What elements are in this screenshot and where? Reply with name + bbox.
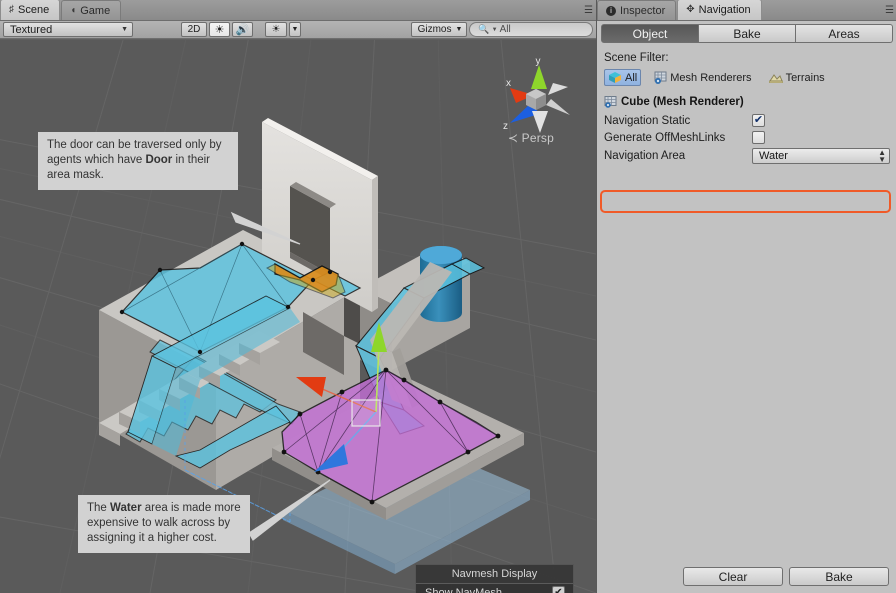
navigation-area-highlight [600, 190, 891, 213]
scene-audio-button[interactable]: 🔊 [232, 22, 253, 37]
prop-navigation-area[interactable]: Navigation Area Water ▲ ▼ [597, 146, 896, 165]
toggle-2d-label: 2D [187, 24, 201, 35]
show-navmesh-label: Show NavMesh [425, 586, 503, 593]
chevron-down-icon: ▼ [455, 26, 463, 33]
draw-mode-dropdown[interactable]: Textured ▼ [3, 22, 133, 37]
segment-object[interactable]: Object [601, 24, 699, 43]
chevron-down-icon: ▼ [291, 26, 299, 33]
navigation-area-dropdown[interactable]: Water ▲ ▼ [752, 147, 890, 164]
terrain-icon [768, 72, 783, 84]
tab-game-label: Game [80, 4, 111, 17]
segment-bake[interactable]: Bake [699, 24, 796, 43]
clear-button[interactable]: Clear [683, 567, 783, 586]
segment-object-label: Object [632, 26, 668, 41]
scene-panel: ♯ Scene ◖ Game ☰ Textured ▼ 2D ☀ 🔊 ☀︎ ▼ … [0, 0, 596, 593]
tab-inspector-label: Inspector [620, 4, 666, 17]
navmesh-display-overlay: Navmesh Display Show NavMesh ✔ Show Heig… [415, 564, 574, 593]
info-icon: i [606, 5, 616, 16]
show-navmesh-row[interactable]: Show NavMesh ✔ [416, 584, 573, 593]
prop-navigation-static[interactable]: Navigation Static ✔ [597, 112, 896, 129]
scene-filter-row: All Mesh Renderers Terrains [597, 68, 896, 86]
check-icon: ✔ [554, 586, 563, 593]
chevron-down-icon: ▼ [491, 26, 498, 33]
tab-game[interactable]: ◖ Game [61, 0, 122, 20]
persp-text: Persp [521, 131, 554, 145]
navigation-panel: i Inspector ✥ Navigation ☰ Object Bake A… [596, 0, 896, 593]
chevron-down-icon: ▼ [121, 26, 128, 33]
scene-filter-label: Scene Filter: [604, 52, 669, 64]
prop-generate-offmeshlinks[interactable]: Generate OffMeshLinks [597, 129, 896, 146]
pane-options-icon[interactable]: ☰ [578, 5, 593, 17]
unity-editor-window: ♯ Scene ◖ Game ☰ Textured ▼ 2D ☀ 🔊 ☀︎ ▼ … [0, 0, 896, 593]
bake-button-label: Bake [825, 569, 853, 584]
gizmos-label: Gizmos [417, 24, 452, 35]
speaker-icon: 🔊 [235, 24, 250, 36]
gamepad-icon: ◖ [70, 4, 77, 16]
tab-inspector[interactable]: i Inspector [597, 0, 677, 20]
navigation-footer-buttons: Clear Bake [597, 567, 896, 586]
navmesh-display-title: Navmesh Display [416, 565, 573, 584]
view-axis-gizmo[interactable]: y x z [496, 55, 576, 140]
check-icon: ✔ [753, 114, 764, 126]
water-callout-text-before: The [87, 502, 111, 514]
toggle-2d-button[interactable]: 2D [181, 22, 207, 37]
scene-viewport[interactable]: y x z ≺ Persp The door can be traversed … [0, 40, 596, 593]
image-icon: ☀︎ [271, 24, 281, 35]
pane-options-icon[interactable]: ☰ [879, 5, 894, 17]
scene-filter-all-label: All [625, 71, 638, 84]
scene-filter-mesh-renderers[interactable]: Mesh Renderers [650, 69, 755, 86]
scene-lighting-button[interactable]: ☀ [209, 22, 230, 37]
scene-filter-all[interactable]: All [604, 69, 642, 86]
navigation-body: Object Bake Areas Scene Filter: All Mesh… [597, 21, 896, 593]
grid-icon: ♯ [9, 4, 14, 15]
scene-fx-button[interactable]: ☀︎ [265, 22, 287, 37]
scene-search-input[interactable]: 🔍 ▼ All [469, 22, 593, 37]
navigation-segmented-control: Object Bake Areas [597, 21, 896, 43]
tab-scene-label: Scene [18, 4, 50, 16]
tab-navigation-label: Navigation [698, 4, 751, 16]
mesh-renderer-icon [654, 71, 667, 84]
prop-navigation-area-label: Navigation Area [604, 149, 686, 162]
gizmos-dropdown[interactable]: Gizmos ▼ [410, 22, 468, 37]
water-callout: The Water area is made more expensive to… [78, 495, 250, 553]
prop-navigation-static-label: Navigation Static [604, 114, 691, 127]
generate-offmeshlinks-checkbox[interactable] [752, 131, 765, 144]
draw-mode-label: Textured [10, 23, 53, 36]
object-header: Cube (Mesh Renderer) [597, 86, 896, 112]
scene-tab-strip: ♯ Scene ◖ Game ☰ [0, 0, 596, 21]
tab-scene[interactable]: ♯ Scene [0, 0, 61, 20]
scene-filter-terrains-label: Terrains [785, 71, 825, 84]
inspector-tab-strip: i Inspector ✥ Navigation ☰ [597, 0, 896, 21]
navigation-area-value: Water [759, 149, 788, 162]
scene-toolbar: Textured ▼ 2D ☀ 🔊 ☀︎ ▼ Gizmos ▼ 🔍 ▼ All [0, 21, 596, 39]
door-callout: The door can be traversed only by agents… [38, 132, 238, 190]
show-navmesh-checkbox[interactable]: ✔ [552, 586, 565, 593]
door-callout-bold: Door [145, 154, 173, 166]
water-callout-bold: Water [110, 502, 142, 514]
axis-x-label: x [506, 78, 511, 89]
segment-areas[interactable]: Areas [796, 24, 893, 43]
chevron-left-icon: ≺ [507, 131, 519, 145]
navigation-icon: ✥ [686, 4, 695, 15]
scene-search-value: All [499, 24, 511, 35]
scene-fx-dropdown[interactable]: ▼ [289, 22, 301, 37]
sun-icon: ☀ [214, 24, 225, 36]
perspective-label[interactable]: ≺ Persp [508, 131, 554, 145]
segment-areas-label: Areas [828, 26, 860, 41]
segment-bake-label: Bake [733, 26, 761, 41]
navigation-static-checkbox[interactable]: ✔ [752, 114, 765, 127]
prop-generate-offmeshlinks-label: Generate OffMeshLinks [604, 131, 726, 144]
axis-y-label: y [536, 56, 541, 67]
stepper-icon: ▲ ▼ [878, 147, 886, 164]
tab-navigation[interactable]: ✥ Navigation [677, 0, 762, 20]
mesh-renderer-icon [604, 96, 617, 108]
bake-button[interactable]: Bake [789, 567, 889, 586]
object-header-label: Cube (Mesh Renderer) [621, 96, 744, 108]
clear-button-label: Clear [718, 569, 748, 584]
cube-icon [608, 71, 622, 84]
scene-filter-terrains[interactable]: Terrains [765, 70, 829, 86]
search-icon: 🔍 [478, 24, 490, 34]
scene-filter-mesh-label: Mesh Renderers [670, 71, 752, 84]
